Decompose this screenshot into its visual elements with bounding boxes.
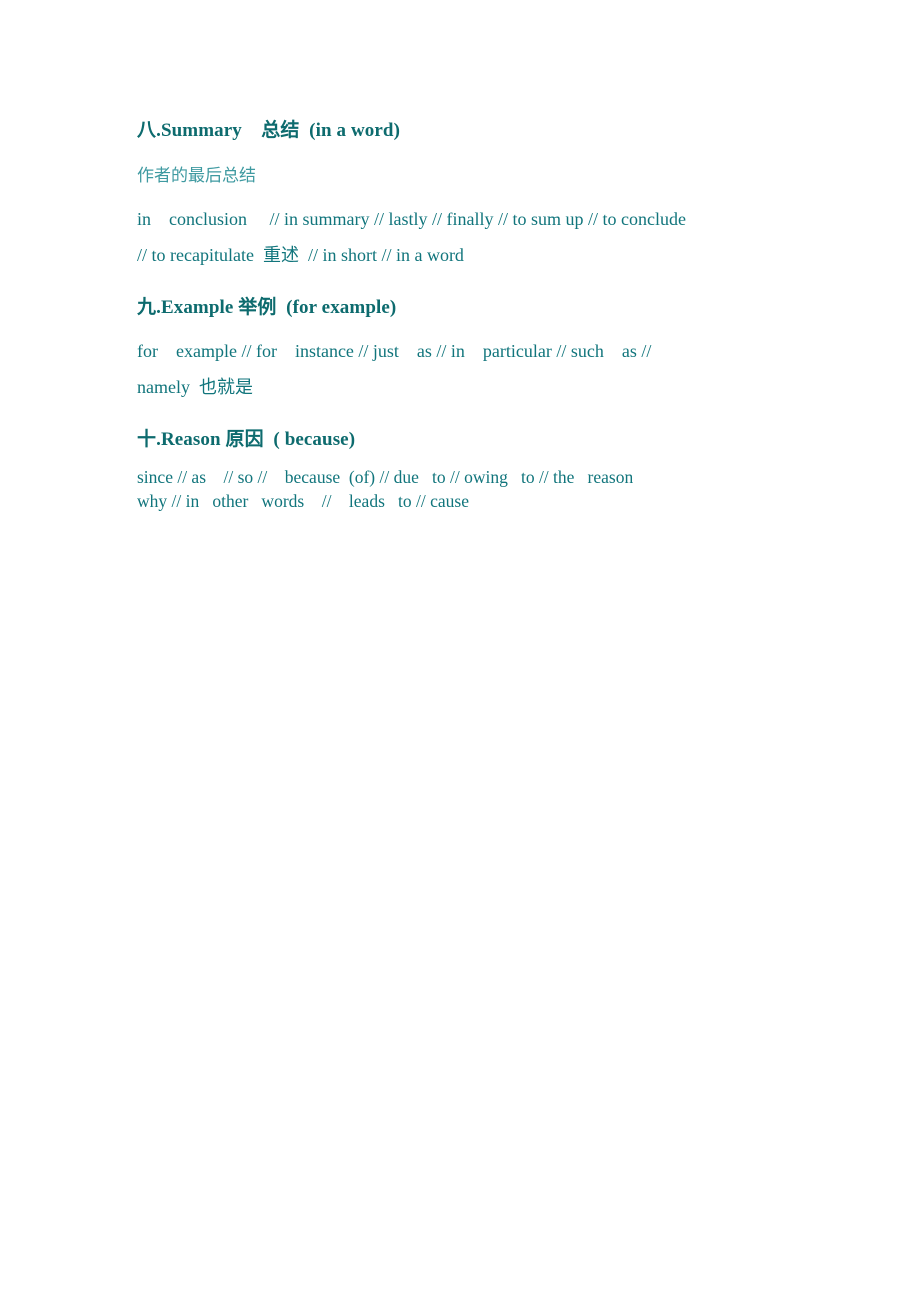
section-example-line-1: for example // for instance // just as /… [137,341,652,361]
section-example-heading: 九.Example 举例 (for example) [137,297,397,318]
section-summary-line-2: // to recapitulate 重述 // in short // in … [137,245,464,265]
section-reason: 十.Reason 原因 ( because) since // as // so… [137,427,782,513]
section-reason-line-2: why // in other words // leads to // cau… [137,491,469,511]
section-reason-heading: 十.Reason 原因 ( because) [137,429,356,450]
section-summary: 八.Summary 总结 (in a word) 作者的最后总结 in conc… [137,118,782,273]
document-content: 八.Summary 总结 (in a word) 作者的最后总结 in conc… [137,118,782,513]
document-page: 八.Summary 总结 (in a word) 作者的最后总结 in conc… [0,0,920,1302]
section-example: 九.Example 举例 (for example) for example /… [137,295,782,405]
section-summary-gloss: 作者的最后总结 [137,166,256,185]
section-reason-line-1: since // as // so // because (of) // due… [137,467,634,487]
section-summary-line-1: in conclusion // in summary // lastly //… [137,209,686,229]
section-summary-heading: 八.Summary 总结 (in a word) [137,120,400,141]
section-example-line-2: namely 也就是 [137,377,253,397]
